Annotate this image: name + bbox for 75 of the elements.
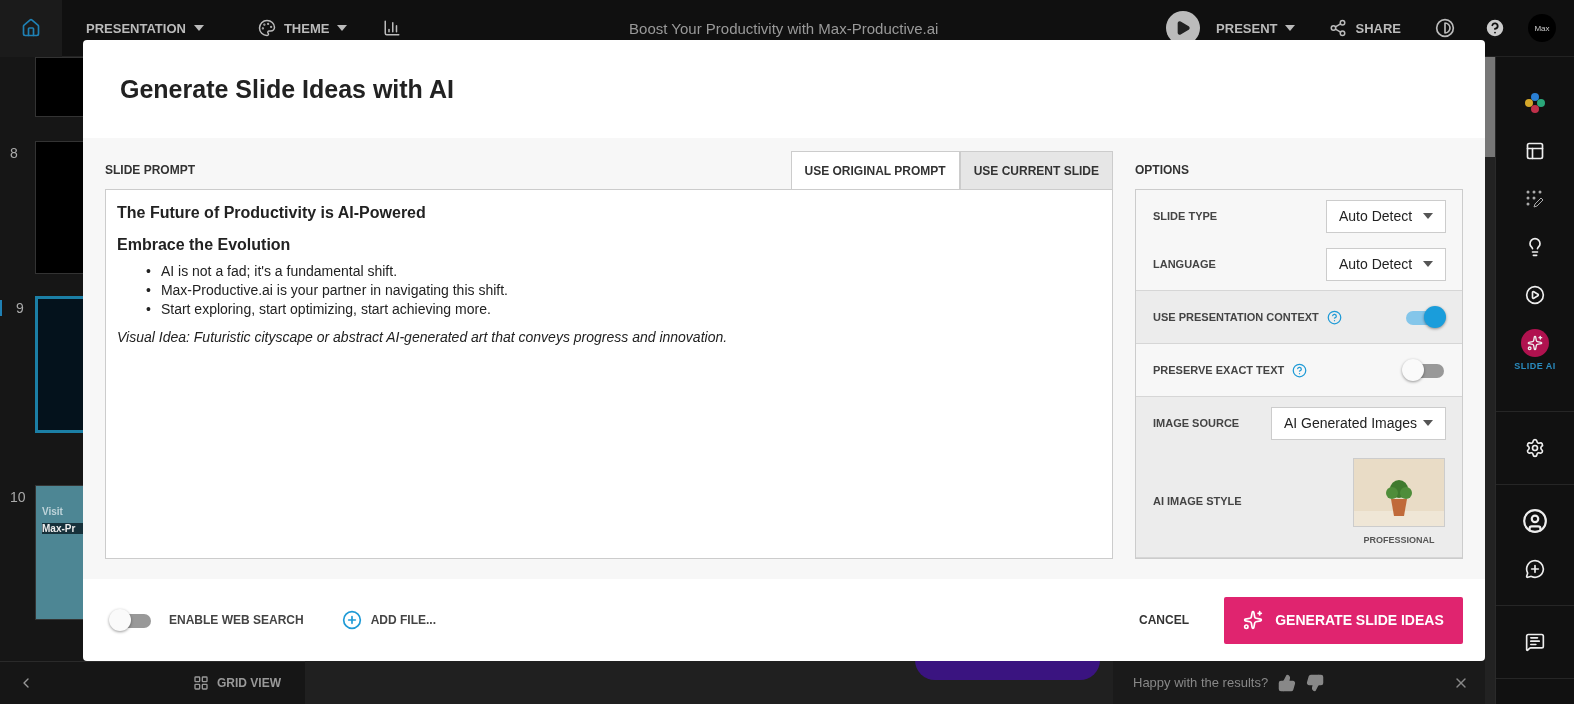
option-select[interactable]: AI Generated Images bbox=[1271, 406, 1446, 440]
share-icon bbox=[1329, 19, 1348, 37]
slide-number: 10 bbox=[9, 489, 27, 505]
chat-plus-icon bbox=[1525, 559, 1545, 579]
help-button[interactable] bbox=[1484, 17, 1506, 39]
grid-view-button[interactable]: GRID VIEW bbox=[187, 674, 287, 692]
settings-icon bbox=[1525, 438, 1545, 458]
prompt-heading: The Future of Productivity is AI-Powered bbox=[117, 204, 427, 223]
style-caption: PROFESSIONAL bbox=[1363, 534, 1435, 545]
section-label: SLIDE PROMPT bbox=[105, 163, 195, 178]
toggle-switch[interactable] bbox=[1402, 359, 1446, 382]
sparkles-icon bbox=[1243, 610, 1264, 631]
option-label: USE PRESENTATION CONTEXT bbox=[1153, 311, 1319, 324]
bullet-marker: • bbox=[146, 262, 151, 282]
option-label: SLIDE TYPE bbox=[1153, 210, 1218, 223]
home-button[interactable] bbox=[0, 0, 62, 57]
contrast-icon bbox=[1435, 18, 1455, 38]
contrast-button[interactable] bbox=[1435, 18, 1455, 38]
palette-icon bbox=[257, 19, 276, 37]
layout-icon bbox=[1525, 141, 1545, 161]
caret-icon bbox=[1423, 420, 1433, 427]
toggle-switch[interactable] bbox=[109, 609, 153, 632]
caret-icon bbox=[193, 25, 204, 31]
chat-list-icon bbox=[1525, 632, 1545, 652]
toggle-label: ENABLE WEB SEARCH bbox=[169, 613, 304, 628]
theme-menu[interactable]: THEME bbox=[257, 19, 348, 37]
caret-icon bbox=[1423, 213, 1433, 220]
thumbnail-text: Visit bbox=[42, 506, 64, 517]
prompt-bullet: Max-Productive.ai is your partner in navigating this shift. bbox=[160, 281, 508, 301]
option-select[interactable]: Auto Detect bbox=[1326, 247, 1446, 281]
option-label: AI IMAGE STYLE bbox=[1153, 495, 1242, 508]
chart-icon bbox=[383, 19, 402, 37]
prompt-note: Visual Idea: Futuristic cityscape or abstract AI-generated art that conveys progress and innovation. bbox=[117, 329, 729, 346]
chart-button[interactable] bbox=[383, 19, 402, 37]
dialog-title: Generate Slide Ideas with AI bbox=[120, 74, 454, 104]
cancel-button[interactable]: CANCEL bbox=[1139, 613, 1189, 628]
section-label: OPTIONS bbox=[1135, 163, 1189, 178]
option-select[interactable]: Auto Detect bbox=[1326, 199, 1446, 233]
rail-button[interactable] bbox=[1521, 507, 1549, 535]
style-thumbnail[interactable] bbox=[1353, 457, 1445, 527]
caret-icon bbox=[1285, 25, 1296, 31]
rail-button[interactable]: SLIDE AI bbox=[1514, 329, 1556, 371]
color-dots-icon bbox=[1524, 92, 1546, 114]
prompt-subheading: Embrace the Evolution bbox=[117, 236, 292, 255]
dots-pencil-icon bbox=[1525, 189, 1545, 209]
generate-button[interactable]: GENERATE SLIDE IDEAS bbox=[1224, 596, 1463, 644]
help-icon bbox=[1484, 17, 1506, 39]
bullet-marker: • bbox=[146, 300, 151, 320]
presentation-title: Boost Your Productivity with Max-Productive.ai bbox=[628, 19, 940, 37]
person-icon bbox=[1522, 508, 1548, 534]
option-label: PRESERVE EXACT TEXT bbox=[1153, 364, 1285, 377]
play-icon bbox=[1525, 285, 1545, 305]
share-button[interactable]: SHARE bbox=[1329, 19, 1401, 37]
option-label: LANGUAGE bbox=[1153, 258, 1216, 271]
presentation-menu[interactable]: PRESENTATION bbox=[86, 20, 204, 36]
prompt-tab[interactable]: USE ORIGINAL PROMPT bbox=[790, 151, 960, 190]
caret-icon bbox=[1423, 261, 1433, 268]
bullet-marker: • bbox=[146, 281, 151, 301]
prompt-tab[interactable]: USE CURRENT SLIDE bbox=[959, 151, 1113, 190]
sparkles-icon bbox=[1527, 335, 1543, 351]
grid-icon bbox=[193, 675, 209, 691]
thumbs-up-icon[interactable] bbox=[1278, 673, 1297, 692]
avatar: Max bbox=[1528, 14, 1556, 42]
add-file-button[interactable]: ADD FILE... bbox=[341, 610, 436, 631]
feedback-question: Happy with the results? bbox=[1133, 675, 1269, 690]
home-icon bbox=[21, 18, 41, 38]
prompt-bullet: Start exploring, start optimizing, start achieving more. bbox=[160, 300, 491, 320]
present-menu[interactable]: PRESENT bbox=[1216, 20, 1296, 36]
thumbs-down-icon[interactable] bbox=[1306, 673, 1325, 692]
option-label: IMAGE SOURCE bbox=[1153, 417, 1240, 430]
caret-icon bbox=[337, 25, 348, 31]
add-icon bbox=[341, 610, 362, 631]
prompt-bullet: AI is not a fad; it's a fundamental shift. bbox=[160, 262, 398, 282]
play-icon bbox=[1175, 20, 1192, 36]
slide-number: 8 bbox=[9, 145, 19, 161]
